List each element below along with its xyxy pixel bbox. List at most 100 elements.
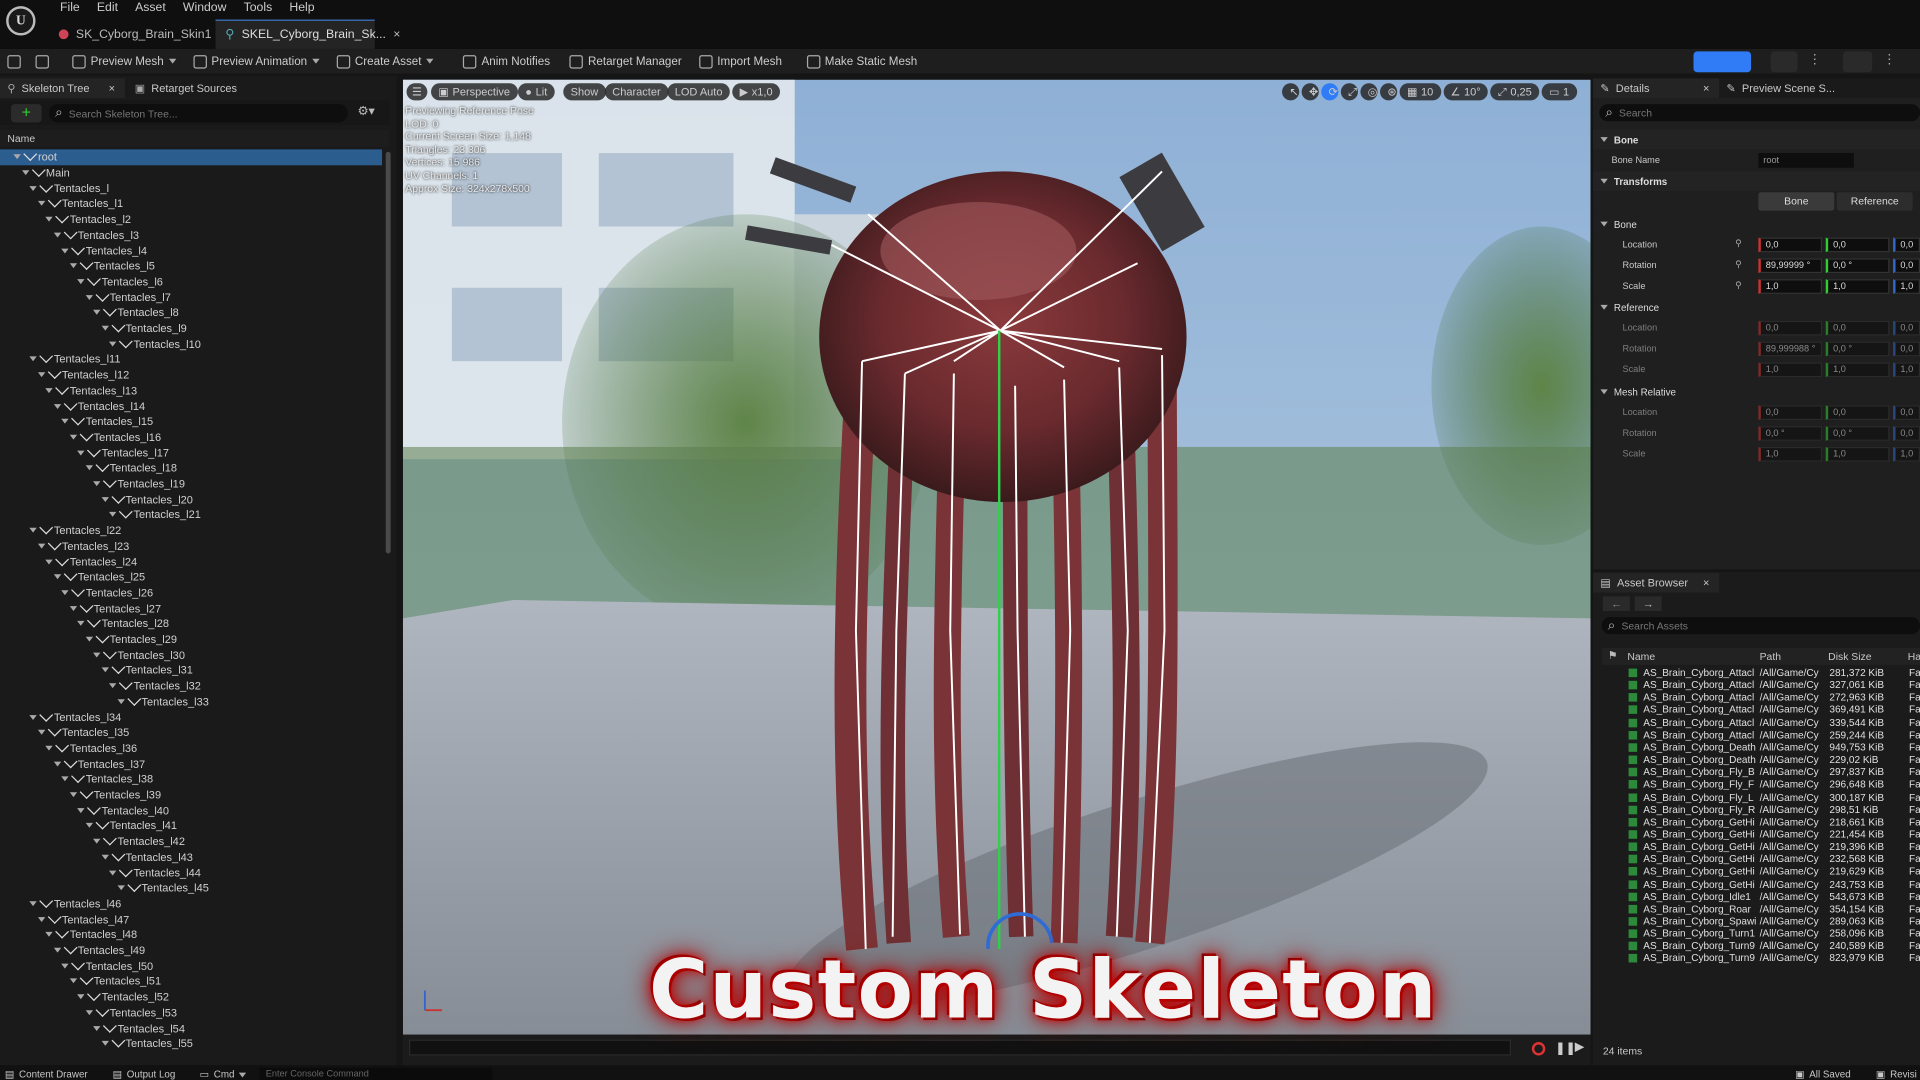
expand-arrow-icon[interactable] (61, 776, 69, 782)
expand-arrow-icon[interactable] (101, 325, 109, 331)
expand-arrow-icon[interactable] (116, 698, 125, 704)
tree-item[interactable]: Tentacles_l43 (0, 847, 382, 865)
cmd-dropdown[interactable]: ▭ Cmd (200, 1069, 247, 1080)
select-icon[interactable]: ↖ (1282, 83, 1300, 101)
more-icon[interactable]: ⋮ (1882, 51, 1897, 72)
asset-row[interactable]: AS_Brain_Cyborg_Turn1/All/Game/Cy 258,096… (1628, 928, 1920, 940)
console-input[interactable]: Enter Console Command (259, 1067, 493, 1080)
expand-arrow-icon[interactable] (77, 450, 85, 456)
tree-item[interactable]: Tentacles_l25 (0, 567, 382, 585)
expand-arrow-icon[interactable] (93, 838, 101, 844)
surface-snap-icon[interactable]: ⊛ (1380, 83, 1398, 101)
transform-value-field[interactable]: 0,0 ° (1893, 341, 1920, 357)
expand-arrow-icon[interactable] (29, 356, 37, 362)
expand-arrow-icon[interactable] (85, 294, 93, 300)
asset-row[interactable]: AS_Brain_Cyborg_GetHi/All/Game/Cy 219,396… (1628, 841, 1920, 853)
expand-arrow-icon[interactable] (93, 481, 101, 487)
world-icon[interactable]: ◎ (1360, 83, 1378, 101)
tree-item[interactable]: Tentacles_l18 (0, 458, 382, 476)
asset-row[interactable]: AS_Brain_Cyborg_GetHi/All/Game/Cy 232,568… (1628, 854, 1920, 866)
content-drawer-button[interactable]: ▤ Content Drawer (5, 1069, 88, 1080)
tab-preview-scene[interactable]: ✎ Preview Scene S... (1719, 78, 1920, 98)
expand-arrow-icon[interactable] (53, 403, 61, 409)
viewport[interactable] (402, 79, 1591, 1035)
skeleton-search-input[interactable]: ⌕ Search Skeleton Tree... (48, 104, 348, 123)
column-disk-size[interactable]: Disk Size (1828, 650, 1871, 662)
subsection-mesh-relative[interactable]: Mesh Relative (1593, 382, 1920, 402)
menu-item[interactable]: Window (174, 0, 235, 17)
expand-arrow-icon[interactable] (45, 745, 53, 751)
tree-item[interactable]: Tentacles_l47 (0, 909, 382, 927)
expand-arrow-icon[interactable] (37, 201, 45, 207)
asset-search-input[interactable]: ⌕ Search Assets (1601, 617, 1920, 635)
transform-value-field[interactable]: 1,0 (1893, 446, 1920, 462)
expand-arrow-icon[interactable] (37, 730, 45, 735)
asset-row[interactable]: AS_Brain_Cyborg_GetHi/All/Game/Cy 243,753… (1628, 879, 1920, 891)
make-static-mesh-button[interactable]: Make Static Mesh (800, 49, 923, 73)
transform-value-field[interactable]: 1,0 (1825, 279, 1890, 294)
tree-item[interactable]: Tentacles_l41 (0, 816, 382, 834)
forward-arrow-icon[interactable]: → (1634, 596, 1662, 612)
tree-item[interactable]: Tentacles_l15 (0, 411, 382, 430)
transform-value-field[interactable]: 89,99999 ° (1758, 258, 1823, 274)
tree-item[interactable]: Tentacles_l29 (0, 629, 382, 647)
tree-item[interactable]: Tentacles_l32 (0, 676, 382, 694)
transform-value-field[interactable]: 0,0 (1893, 320, 1920, 336)
expand-arrow-icon[interactable] (61, 963, 69, 969)
tree-item[interactable]: Tentacles_l4 (0, 240, 382, 259)
expand-arrow-icon[interactable] (37, 916, 45, 922)
tree-item[interactable]: Tentacles_l30 (0, 645, 382, 663)
menu-item[interactable]: Asset (127, 0, 175, 17)
expand-arrow-icon[interactable] (108, 870, 117, 875)
expand-arrow-icon[interactable] (101, 854, 109, 860)
expand-arrow-icon[interactable] (53, 761, 61, 767)
tree-item[interactable]: Tentacles_l1 (0, 194, 382, 212)
transform-value-field[interactable]: 1,0 (1825, 362, 1890, 378)
asset-row[interactable]: AS_Brain_Cyborg_Attacl/All/Game/Cy 369,49… (1628, 705, 1920, 717)
expand-arrow-icon[interactable] (53, 574, 61, 580)
tree-item[interactable]: Tentacles_l31 (0, 660, 382, 679)
expand-arrow-icon[interactable] (77, 807, 85, 813)
asset-row[interactable]: AS_Brain_Cyborg_Fly_R/All/Game/Cy 298,51 … (1628, 804, 1920, 816)
subsection-bone[interactable]: Bone (1593, 214, 1920, 234)
tree-item[interactable]: Tentacles_l44 (0, 862, 382, 881)
expand-arrow-icon[interactable] (13, 154, 21, 160)
more-icon[interactable]: ⋮ (1807, 51, 1822, 72)
expand-arrow-icon[interactable] (61, 247, 69, 253)
expand-arrow-icon[interactable] (45, 932, 53, 938)
reference-toggle-button[interactable]: Reference (1836, 192, 1913, 211)
tree-item[interactable]: Tentacles_l3 (0, 225, 382, 243)
playback-speed-button[interactable]: ▶ x1,0 (732, 83, 780, 101)
transform-value-field[interactable]: 89,999988 ° (1758, 341, 1823, 357)
asset-row[interactable]: AS_Brain_Cyborg_GetHi/All/Game/Cy 219,629… (1628, 866, 1920, 878)
tree-item[interactable]: Tentacles_l14 (0, 396, 382, 414)
menu-item[interactable]: Help (281, 0, 323, 17)
transform-value-field[interactable]: 1,0 (1825, 446, 1890, 462)
tree-item[interactable]: Tentacles_l7 (0, 287, 382, 305)
tree-item[interactable]: Tentacles_l36 (0, 738, 382, 756)
expand-arrow-icon[interactable] (108, 341, 117, 347)
asset-row[interactable]: AS_Brain_Cyborg_Turn9/All/Game/Cy 823,979… (1628, 953, 1920, 965)
transform-value-field[interactable]: 0,0 (1893, 405, 1920, 421)
asset-row[interactable]: AS_Brain_Cyborg_Attacl/All/Game/Cy 339,54… (1628, 717, 1920, 729)
timeline-track[interactable] (408, 1039, 1512, 1056)
expand-arrow-icon[interactable] (101, 1041, 109, 1047)
preview-animation-button[interactable]: Preview Animation (187, 49, 326, 73)
transform-value-field[interactable]: 0,0 (1758, 237, 1823, 253)
reset-icon[interactable]: ⚲ (1735, 258, 1742, 269)
anim-notifies-button[interactable]: Anim Notifies (457, 49, 556, 73)
tree-item[interactable]: Tentacles_l53 (0, 1002, 382, 1021)
expand-arrow-icon[interactable] (85, 823, 93, 829)
asset-row[interactable]: AS_Brain_Cyborg_Fly_B/All/Game/Cy 297,837… (1628, 767, 1920, 779)
tree-item[interactable]: Tentacles_l52 (0, 987, 382, 1005)
show-button[interactable]: Show (563, 83, 606, 101)
tree-item[interactable]: Tentacles_l2 (0, 209, 382, 228)
expand-arrow-icon[interactable] (21, 170, 29, 176)
asset-row[interactable]: AS_Brain_Cyborg_Fly_F/All/Game/Cy 296,648… (1628, 779, 1920, 791)
tab-skeleton[interactable]: ⚲ SKEL_Cyborg_Brain_Sk... × (215, 19, 400, 49)
asset-row[interactable]: AS_Brain_Cyborg_Death/All/Game/Cy 229,02 … (1628, 754, 1920, 766)
grid-snap-button[interactable]: ▦ 10 (1399, 83, 1441, 101)
expand-arrow-icon[interactable] (85, 1010, 93, 1015)
angle-snap-button[interactable]: ∠ 10° (1443, 83, 1489, 101)
skeleton-mode-button[interactable] (1693, 51, 1752, 73)
